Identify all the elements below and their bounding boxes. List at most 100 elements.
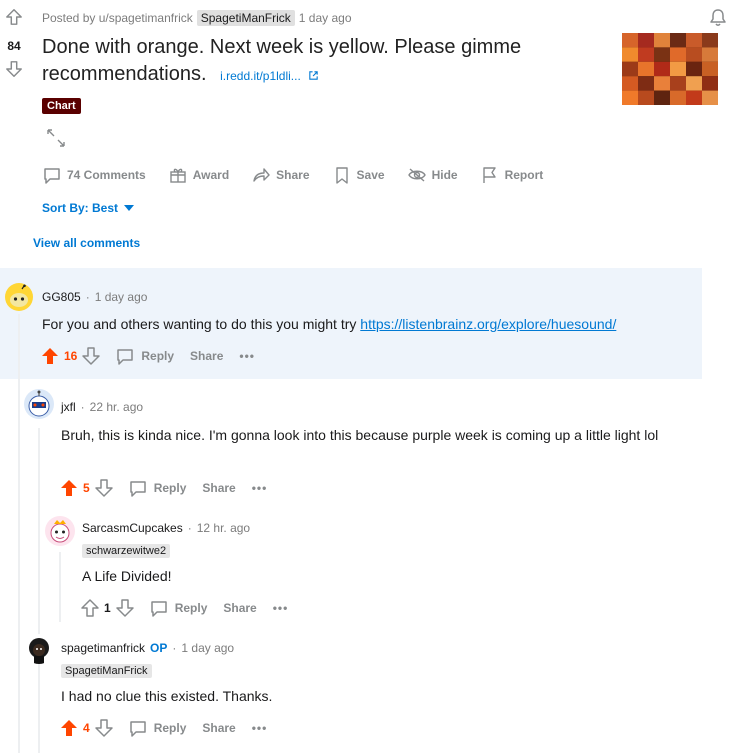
upvote-icon[interactable]	[59, 718, 79, 738]
flag-icon	[480, 165, 500, 185]
upvote-icon[interactable]	[59, 478, 79, 498]
comment-body: A Life Divided!	[82, 568, 172, 584]
avatar[interactable]	[24, 634, 54, 664]
comment-author[interactable]: jxfl	[61, 400, 76, 414]
downvote-icon[interactable]	[94, 718, 114, 738]
view-all-comments-link[interactable]: View all comments	[33, 236, 140, 250]
comment-text: For you and others wanting to do this yo…	[42, 316, 361, 332]
downvote-icon[interactable]	[115, 598, 135, 618]
reply-label: Reply	[141, 349, 175, 363]
post-downvote-icon[interactable]	[5, 60, 23, 78]
user-flair-label: SpagetiManFrick	[61, 664, 152, 678]
more-options-icon[interactable]: •••	[252, 481, 268, 495]
downvote-icon[interactable]	[94, 478, 114, 498]
downvote-icon[interactable]	[81, 346, 101, 366]
post-action-bar: 74 Comments Award Share Save Hide Report	[42, 165, 565, 185]
share-button[interactable]: Share	[202, 481, 235, 495]
comment-author[interactable]: spagetimanfrick	[61, 641, 145, 655]
comment-header: spagetimanfrick OP · 1 day ago	[61, 641, 234, 655]
share-button[interactable]: Share	[202, 721, 235, 735]
hide-eye-icon	[407, 165, 427, 185]
external-link-icon[interactable]	[308, 70, 319, 81]
reply-button[interactable]: Reply	[128, 718, 187, 738]
comment-time[interactable]: 12 hr. ago	[197, 521, 250, 535]
comment-body: For you and others wanting to do this yo…	[42, 314, 692, 335]
post-link[interactable]: i.redd.it/p1ldli...	[220, 69, 301, 83]
thread-line[interactable]	[38, 428, 40, 753]
upvote-icon[interactable]	[80, 598, 100, 618]
reply-label: Reply	[153, 481, 187, 495]
comment-icon	[42, 165, 62, 185]
gift-icon	[168, 165, 188, 185]
link-flair[interactable]: Chart	[42, 96, 81, 114]
author-flair: SpagetiManFrick	[196, 10, 295, 26]
comment-score: 1	[104, 601, 111, 615]
more-options-icon[interactable]: •••	[273, 601, 289, 615]
save-button[interactable]: Save	[332, 165, 385, 185]
post-time[interactable]: 1 day ago	[299, 11, 352, 25]
comment-author[interactable]: GG805	[42, 290, 81, 304]
share-label: Share	[276, 168, 310, 182]
link-flair-label[interactable]: Chart	[42, 98, 81, 114]
comment-actions: 1 Reply Share •••	[80, 598, 288, 618]
comments-button[interactable]: 74 Comments	[42, 165, 146, 185]
avatar[interactable]	[45, 516, 75, 546]
reply-label: Reply	[153, 721, 187, 735]
more-options-icon[interactable]: •••	[252, 721, 268, 735]
thread-line[interactable]	[59, 552, 61, 622]
separator-dot: ·	[187, 521, 192, 535]
reply-button[interactable]: Reply	[128, 478, 187, 498]
comment-icon	[128, 718, 148, 738]
sort-dropdown[interactable]: Sort By: Best	[42, 201, 135, 215]
post-meta: Posted by u/spagetimanfrick SpagetiManFr…	[42, 10, 352, 26]
award-button[interactable]: Award	[168, 165, 229, 185]
bell-icon[interactable]	[708, 8, 728, 28]
share-button[interactable]: Share	[251, 165, 310, 185]
comment-icon	[149, 598, 169, 618]
comment-header: jxfl · 22 hr. ago	[61, 400, 143, 414]
comment-actions: 5 Reply Share •••	[59, 478, 267, 498]
avatar[interactable]	[5, 283, 33, 311]
comment-time[interactable]: 1 day ago	[181, 641, 234, 655]
reply-button[interactable]: Reply	[115, 346, 174, 366]
report-label: Report	[504, 168, 544, 182]
hide-label: Hide	[431, 168, 458, 182]
post-upvote-icon[interactable]	[5, 8, 23, 26]
thread-line[interactable]	[18, 314, 20, 753]
reply-label: Reply	[174, 601, 208, 615]
user-flair: schwarzewitwe2	[82, 541, 171, 559]
share-button[interactable]: Share	[190, 349, 223, 363]
user-flair: SpagetiManFrick	[61, 661, 152, 679]
comment-actions: 16 Reply Share •••	[40, 346, 255, 366]
post-title[interactable]: Done with orange. Next week is yellow. P…	[42, 34, 602, 90]
comment-header: GG805 · 1 day ago	[42, 290, 147, 304]
post-author[interactable]: Posted by u/spagetimanfrick	[42, 11, 193, 25]
hide-button[interactable]: Hide	[407, 165, 458, 185]
comment-body: Bruh, this is kinda nice. I'm gonna look…	[61, 427, 659, 443]
avatar[interactable]	[24, 389, 54, 419]
share-button[interactable]: Share	[223, 601, 256, 615]
comment-icon	[128, 478, 148, 498]
comment-score: 4	[83, 721, 90, 735]
comment-icon	[115, 346, 135, 366]
upvote-icon[interactable]	[40, 346, 60, 366]
post-thumbnail[interactable]	[622, 33, 718, 105]
comment-score: 5	[83, 481, 90, 495]
bookmark-icon	[332, 165, 352, 185]
comment-score: 16	[64, 349, 78, 363]
save-label: Save	[356, 168, 385, 182]
separator-dot: ·	[85, 290, 90, 304]
comment-time[interactable]: 1 day ago	[95, 290, 148, 304]
more-options-icon[interactable]: •••	[239, 349, 255, 363]
comment-author[interactable]: SarcasmCupcakes	[82, 521, 183, 535]
comment-header: SarcasmCupcakes · 12 hr. ago	[82, 521, 250, 535]
sort-label: Sort By: Best	[42, 201, 119, 215]
caret-down-icon	[124, 204, 135, 212]
expand-icon[interactable]	[46, 128, 66, 148]
comment-time[interactable]: 22 hr. ago	[90, 400, 143, 414]
award-label: Award	[192, 168, 230, 182]
report-button[interactable]: Report	[480, 165, 544, 185]
separator-dot: ·	[172, 641, 177, 655]
reply-button[interactable]: Reply	[149, 598, 208, 618]
comment-link[interactable]: https://listenbrainz.org/explore/huesoun…	[360, 316, 616, 332]
